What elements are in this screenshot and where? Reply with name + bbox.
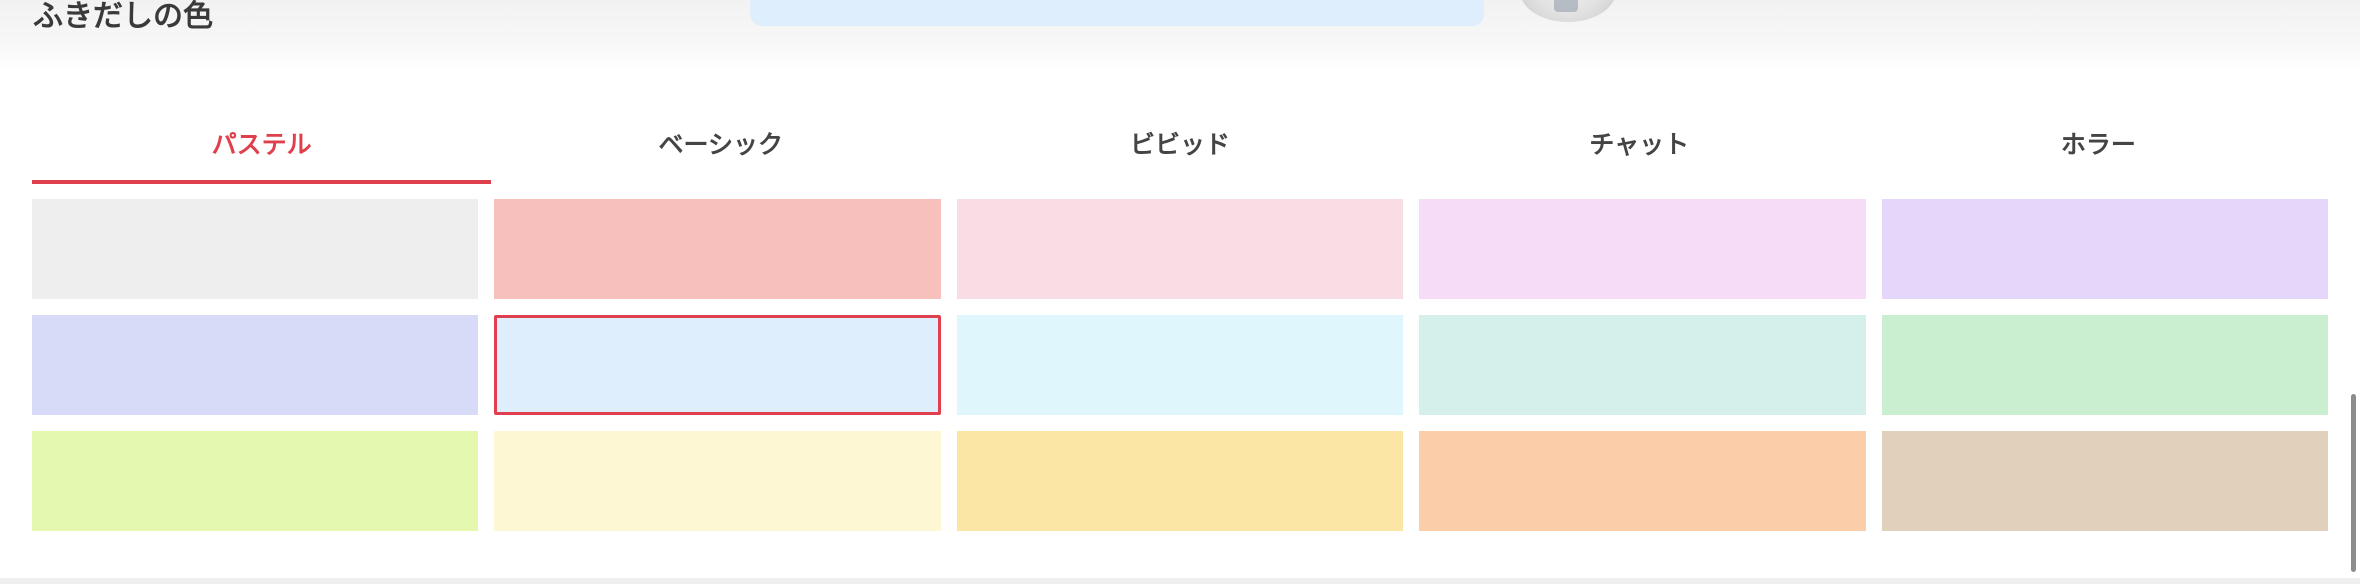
tab-horror[interactable]: ホラー bbox=[1869, 102, 2328, 184]
color-category-tabs: パステル ベーシック ビビッド チャット ホラー bbox=[32, 102, 2328, 184]
avatar-figure-icon bbox=[1554, 0, 1578, 12]
color-swatch[interactable] bbox=[1881, 431, 2328, 531]
color-swatch[interactable] bbox=[32, 199, 479, 299]
tab-vivid[interactable]: ビビッド bbox=[950, 102, 1409, 184]
color-swatch[interactable] bbox=[32, 431, 479, 531]
divider bbox=[0, 578, 2360, 584]
color-swatch[interactable] bbox=[32, 315, 479, 415]
speech-bubble-preview bbox=[750, 0, 1484, 26]
color-swatch[interactable] bbox=[1419, 431, 1866, 531]
section-title: ふきだしの色 bbox=[33, 0, 213, 34]
color-swatch-grid bbox=[32, 199, 2328, 531]
color-swatch[interactable] bbox=[956, 315, 1404, 415]
vertical-scrollbar[interactable] bbox=[2351, 394, 2356, 572]
color-swatch[interactable] bbox=[494, 431, 941, 531]
color-swatch[interactable] bbox=[1881, 315, 2328, 415]
color-swatch[interactable] bbox=[956, 199, 1404, 299]
tab-pastel[interactable]: パステル bbox=[32, 102, 492, 184]
color-swatch[interactable] bbox=[1881, 199, 2328, 299]
speech-bubble-color-panel: ふきだしの色 パステル ベーシック ビビッド チャット ホラー bbox=[0, 0, 2360, 584]
tab-chat[interactable]: チャット bbox=[1410, 102, 1869, 184]
color-swatch[interactable] bbox=[1419, 199, 1866, 299]
color-swatch[interactable] bbox=[494, 199, 941, 299]
color-swatch-selected[interactable] bbox=[494, 315, 941, 415]
tab-basic[interactable]: ベーシック bbox=[491, 102, 950, 184]
color-swatch[interactable] bbox=[956, 431, 1404, 531]
color-swatch[interactable] bbox=[1419, 315, 1866, 415]
